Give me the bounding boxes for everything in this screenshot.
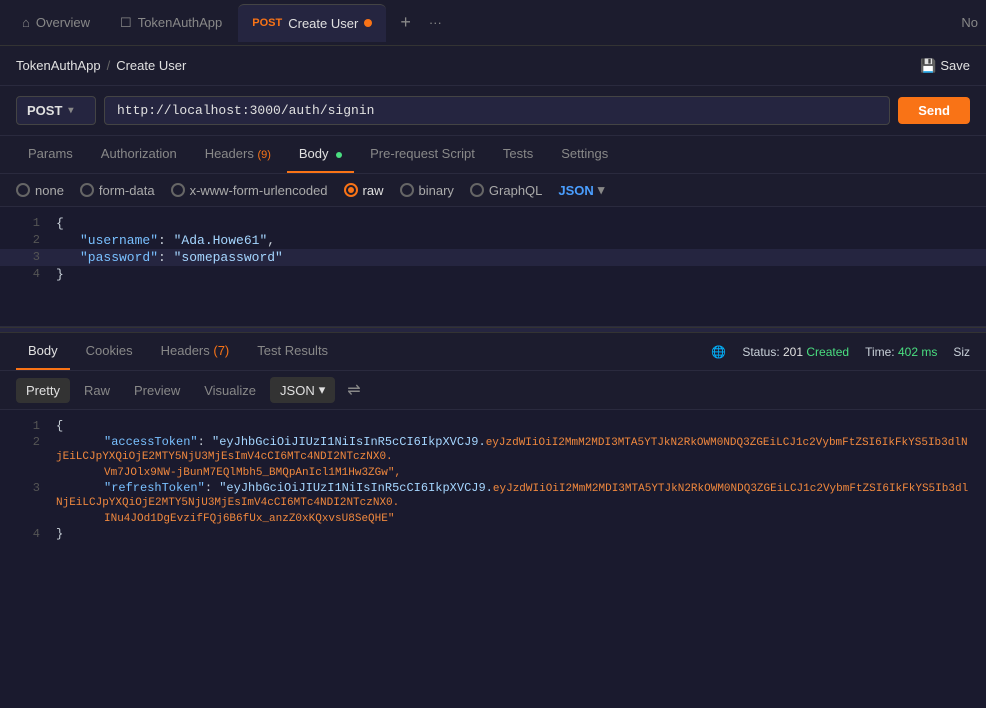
tab-create-user-label: Create User: [288, 16, 358, 31]
body-type-graphql[interactable]: GraphQL: [470, 183, 542, 198]
chevron-down-icon: ▾: [68, 105, 73, 116]
response-time: Time: 402 ms: [865, 345, 937, 359]
tab-bar: ⌂ Overview ☐ TokenAuthApp POST Create Us…: [0, 0, 986, 46]
fmt-tab-visualize[interactable]: Visualize: [194, 378, 266, 403]
body-type-none[interactable]: none: [16, 183, 64, 198]
tab-prerequest[interactable]: Pre-request Script: [358, 136, 487, 173]
fmt-tab-pretty[interactable]: Pretty: [16, 378, 70, 403]
radio-urlencoded: [171, 183, 185, 197]
resp-tab-test-results[interactable]: Test Results: [245, 333, 340, 370]
radio-graphql: [470, 183, 484, 197]
radio-formdata: [80, 183, 94, 197]
code-line-2: 2 "username": "Ada.Howe61",: [0, 232, 986, 249]
resp-tab-body[interactable]: Body: [16, 333, 70, 370]
json-format-button[interactable]: JSON ▾: [270, 377, 335, 403]
breadcrumb: TokenAuthApp / Create User: [16, 58, 186, 73]
resp-tab-headers[interactable]: Headers (7): [149, 333, 242, 370]
tab-overview[interactable]: ⌂ Overview: [8, 4, 104, 42]
response-tabs-bar: Body Cookies Headers (7) Test Results 🌐 …: [0, 333, 986, 371]
body-type-formdata[interactable]: form-data: [80, 183, 155, 198]
body-type-raw[interactable]: raw: [344, 183, 384, 198]
tab-active-dot: [364, 19, 372, 27]
breadcrumb-separator: /: [107, 58, 111, 73]
response-size-label: Siz: [953, 345, 970, 359]
code-line-3: 3 "password": "somepassword": [0, 249, 986, 266]
request-body-editor[interactable]: 1 { 2 "username": "Ada.Howe61", 3 "passw…: [0, 207, 986, 327]
resp-line-3: 3 "refreshToken": "eyJhbGciOiJIUzI1NiIsI…: [0, 480, 986, 510]
tab-overview-label: Overview: [36, 15, 90, 30]
radio-binary: [400, 183, 414, 197]
tab-tokenauth[interactable]: ☐ TokenAuthApp: [106, 4, 236, 42]
tab-body[interactable]: Body: [287, 136, 354, 173]
tab-params[interactable]: Params: [16, 136, 85, 173]
resp-line-3-cont: INu4JOd1DgEvzifFQj6B6fUx_anzZ0xKQxvsU8Se…: [0, 510, 986, 526]
body-type-selector: none form-data x-www-form-urlencoded raw…: [0, 174, 986, 207]
breadcrumb-bar: TokenAuthApp / Create User 💾 Save: [0, 46, 986, 86]
method-select[interactable]: POST ▾: [16, 96, 96, 125]
tab-authorization[interactable]: Authorization: [89, 136, 189, 173]
tab-no-label: No: [961, 15, 978, 30]
json-format-label: JSON: [558, 183, 593, 198]
json-format-select[interactable]: JSON ▾: [558, 182, 604, 198]
json-fmt-label: JSON: [280, 383, 315, 398]
response-body: 1 { 2 "accessToken": "eyJhbGciOiJIUzI1Ni…: [0, 410, 986, 550]
tab-method-label: POST: [252, 17, 282, 29]
tab-more-button[interactable]: ···: [421, 11, 450, 34]
body-type-binary[interactable]: binary: [400, 183, 454, 198]
breadcrumb-app[interactable]: TokenAuthApp: [16, 58, 101, 73]
resp-tab-cookies[interactable]: Cookies: [74, 333, 145, 370]
home-icon: ⌂: [22, 15, 30, 30]
resp-line-2: 2 "accessToken": "eyJhbGciOiJIUzI1NiIsIn…: [0, 434, 986, 464]
resp-line-4: 4 }: [0, 526, 986, 542]
tab-headers[interactable]: Headers (9): [193, 136, 283, 173]
save-label: Save: [940, 58, 970, 73]
status-badge: Status: 201 Created: [742, 345, 849, 359]
globe-icon: 🌐: [711, 345, 726, 359]
chevron-down-icon: ▾: [319, 382, 326, 398]
tab-create-user[interactable]: POST Create User: [238, 4, 386, 42]
tab-tokenauth-label: TokenAuthApp: [138, 15, 223, 30]
radio-none: [16, 183, 30, 197]
code-line-4: 4 }: [0, 266, 986, 283]
send-button[interactable]: Send: [898, 97, 970, 124]
response-format-bar: Pretty Raw Preview Visualize JSON ▾ ⇌: [0, 371, 986, 410]
radio-raw: [344, 183, 358, 197]
save-icon: 💾: [920, 58, 936, 74]
tab-tests[interactable]: Tests: [491, 136, 545, 173]
breadcrumb-current: Create User: [116, 58, 186, 73]
fmt-tab-raw[interactable]: Raw: [74, 378, 120, 403]
url-input[interactable]: [104, 96, 890, 125]
url-bar: POST ▾ Send: [0, 86, 986, 136]
file-icon: ☐: [120, 15, 132, 31]
fmt-tab-preview[interactable]: Preview: [124, 378, 190, 403]
tab-add-button[interactable]: +: [392, 8, 419, 37]
code-line-1: 1 {: [0, 215, 986, 232]
resp-line-1: 1 {: [0, 418, 986, 434]
response-status: 🌐 Status: 201 Created Time: 402 ms Siz: [711, 345, 970, 359]
save-button[interactable]: 💾 Save: [920, 58, 970, 74]
request-tabs: Params Authorization Headers (9) Body Pr…: [0, 136, 986, 174]
method-label: POST: [27, 103, 62, 118]
body-type-urlencoded[interactable]: x-www-form-urlencoded: [171, 183, 328, 198]
tab-settings[interactable]: Settings: [549, 136, 620, 173]
chevron-down-icon: ▾: [598, 182, 605, 198]
resp-line-2-cont: Vm7JOlx9NW-jBunM7EQlMbh5_BMQpAnIcl1M1Hw3…: [0, 464, 986, 480]
word-wrap-icon[interactable]: ⇌: [347, 380, 360, 400]
